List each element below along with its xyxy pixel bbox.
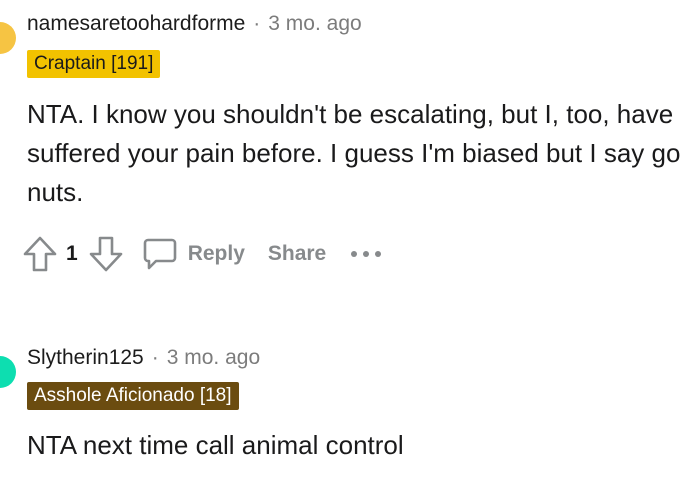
comment-timestamp[interactable]: 3 mo. ago: [268, 12, 361, 36]
vote-count: 1: [66, 242, 78, 265]
username-link[interactable]: namesaretoohardforme: [27, 12, 245, 36]
downvote-arrow-icon[interactable]: [88, 235, 124, 273]
comment-meta: namesaretoohardforme · 3 mo. ago: [27, 12, 362, 36]
comment-body: NTA next time call animal control: [27, 430, 404, 460]
more-options-button[interactable]: [350, 249, 382, 259]
comment-thread: namesaretoohardforme · 3 mo. ago Craptai…: [0, 0, 700, 483]
comment-body: NTA. I know you shouldn't be escalating,…: [27, 99, 681, 207]
meta-separator: ·: [151, 346, 159, 369]
comment-meta: Slytherin125 · 3 mo. ago: [27, 346, 260, 370]
user-flair: Craptain [191]: [27, 50, 161, 78]
comment-timestamp[interactable]: 3 mo. ago: [167, 346, 260, 370]
username-link[interactable]: Slytherin125: [27, 346, 144, 370]
comment-actions: 1 Reply Share: [22, 232, 382, 276]
avatar[interactable]: [0, 356, 16, 388]
share-button[interactable]: Share: [268, 242, 326, 266]
reply-label: Reply: [187, 242, 245, 265]
speech-bubble-icon: [142, 236, 178, 272]
ellipsis-icon: [351, 251, 382, 257]
upvote-arrow-icon[interactable]: [22, 235, 58, 273]
meta-separator: ·: [253, 12, 261, 35]
reply-button[interactable]: Reply: [142, 236, 245, 272]
avatar[interactable]: [0, 22, 16, 54]
user-flair: Asshole Aficionado [18]: [27, 382, 239, 410]
